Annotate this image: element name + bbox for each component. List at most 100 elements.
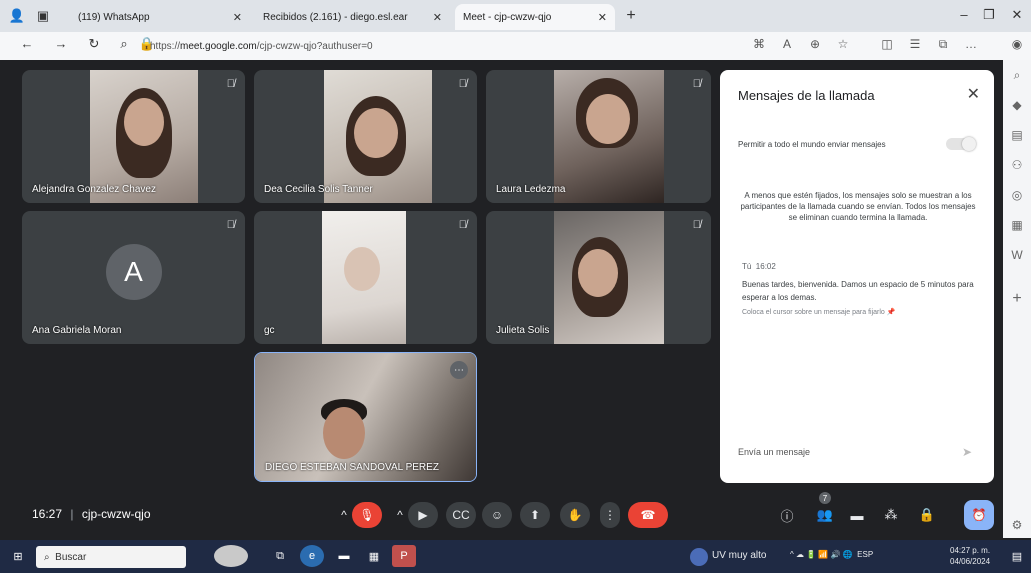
chat-icon[interactable]: ▬ [846,502,868,528]
outlook-icon[interactable]: ▦ [1008,218,1026,232]
camera-options-icon[interactable]: ^ [392,502,408,528]
close-icon[interactable]: ✕ [967,84,980,104]
people-icon[interactable]: 👥 [814,502,836,528]
participant-name: DIEGO ESTEBAN SANDOVAL PEREZ [265,462,439,473]
forward-icon[interactable]: → [52,36,70,51]
mic-off-icon: 🎙̸ [226,78,235,90]
taskbar-search[interactable]: ⌕ Buscar [36,546,186,568]
tab-label: Meet - cjp-cwzw-qjo [463,11,552,23]
emoji-button[interactable]: ☺ [482,502,512,528]
reload-icon[interactable]: ↻ [85,36,103,52]
tab-gmail[interactable]: Recibidos (2.161) - diego.esl.ear ✕ [255,4,450,30]
tab-label: (119) WhatsApp [78,11,150,23]
activities-icon[interactable]: ⁂ [880,502,902,528]
more-options-button[interactable]: ⋮ [600,502,620,528]
people-icon[interactable]: ⚇ [1008,158,1026,172]
new-tab-icon[interactable]: + [622,7,640,25]
split-screen-icon[interactable]: ◫ [878,37,896,51]
face-shape [323,407,365,459]
system-clock[interactable]: 04:27 p. m. 04/06/2024 [950,545,990,567]
allow-messages-label: Permitir a todo el mundo enviar mensajes [738,140,886,149]
store-icon[interactable]: ▦ [362,545,386,567]
profile-icon[interactable]: 👤 [8,8,26,24]
leave-call-button[interactable]: ☎ [628,502,668,528]
search-icon[interactable]: ⌕ [1008,68,1026,83]
circle-icon[interactable]: ◎ [1008,188,1026,202]
raise-hand-button[interactable]: ✋ [560,502,590,528]
participant-name: Julieta Solis [496,325,550,336]
send-icon[interactable]: ➤ [962,445,972,459]
url-prefix: https:// [150,40,181,52]
close-tab-icon[interactable]: ✕ [233,11,242,24]
system-tray[interactable]: ^ ☁ 🔋 📶 🔊 🌐 ESP [790,550,873,559]
more-options-icon[interactable]: ⋯ [450,361,468,379]
close-tab-icon[interactable]: ✕ [433,11,442,24]
favorite-icon[interactable]: ☆ [834,37,852,51]
face-shape [578,249,618,297]
copilot-icon[interactable]: ◉ [1008,37,1026,51]
participant-tile[interactable]: A 🎙̸ Ana Gabriela Moran [22,211,245,344]
notifications-icon[interactable]: ▤ [1005,545,1029,567]
message-time: 16:02 [755,262,776,271]
word-icon[interactable]: W [1008,248,1026,262]
chat-panel: Mensajes de la llamada ✕ Permitir a todo… [720,70,994,483]
settings-icon[interactable]: ⚙ [1008,518,1026,532]
favorites-icon[interactable]: ☰ [906,37,924,51]
captions-button[interactable]: CC [446,502,476,528]
pin-hint-text: Coloca el cursor sobre un mensaje para f… [742,309,885,316]
meeting-info: 16:27 | cjp-cwzw-qjo [32,507,151,521]
start-icon[interactable]: ⊞ [6,545,30,567]
video-feed [554,70,664,203]
read-aloud-icon[interactable]: A [778,37,796,51]
restore-icon[interactable]: ❐ [980,7,998,23]
participant-tile[interactable]: 🎙̸ gc [254,211,477,344]
search-icon[interactable]: ⌕ [115,36,133,52]
meeting-time: 16:27 [32,507,63,521]
participant-tile[interactable]: 🎙̸ Alejandra Gonzalez Chavez [22,70,245,203]
collections-icon[interactable]: ⧉ [934,37,952,52]
video-feed [322,211,406,344]
extension-icon[interactable]: ⊕ [806,37,824,51]
more-icon[interactable]: … [962,37,980,51]
present-button[interactable]: ⬆ [520,502,550,528]
self-tile[interactable]: ⋯ DIEGO ESTEBAN SANDOVAL PEREZ [254,352,477,482]
participant-name: Dea Cecilia Solis Tanner [264,184,373,195]
close-window-icon[interactable]: ✕ [1008,7,1026,23]
participant-tile[interactable]: 🎙̸ Julieta Solis [486,211,711,344]
pin-hint: Coloca el cursor sobre un mensaje para f… [742,308,895,316]
weather-widget-icon[interactable] [214,545,248,567]
uv-icon [690,548,708,566]
face-shape [344,247,380,291]
tab-whatsapp[interactable]: (119) WhatsApp ✕ [70,4,250,30]
participant-tile[interactable]: 🎙̸ Laura Ledezma [486,70,711,203]
chat-active-icon[interactable]: ⏰ [964,500,994,530]
back-icon[interactable]: ← [18,36,36,51]
mic-options-icon[interactable]: ^ [336,502,352,528]
url-field[interactable]: https://meet.google.com/cjp-cwzw-qjo?aut… [150,36,710,56]
file-explorer-icon[interactable]: ▬ [332,545,356,567]
add-icon[interactable]: + [1008,290,1026,308]
allow-messages-toggle[interactable] [946,137,976,151]
powerpoint-icon[interactable]: P [392,545,416,567]
tag-icon[interactable]: ◆ [1008,98,1026,112]
mic-off-icon: 🎙̸ [226,219,235,231]
task-view-icon[interactable]: ⧉ [268,545,292,567]
meeting-details-icon[interactable]: ⓘ [776,502,798,528]
minimize-icon[interactable]: – [955,7,973,22]
message-input[interactable]: Envía un mensaje [738,440,976,464]
weather-text: UV muy alto [712,550,767,561]
clock-time: 04:27 p. m. [950,546,991,555]
briefcase-icon[interactable]: ▤ [1008,128,1026,142]
workspaces-icon[interactable]: ▣ [34,8,52,24]
pin-icon[interactable]: 📌 [887,309,896,316]
message-meta: Tú 16:02 [742,262,776,271]
camera-button[interactable]: ▶ [408,502,438,528]
participant-name: gc [264,325,275,336]
camera-permission-icon[interactable]: ⌘ [750,37,768,51]
mic-off-button[interactable]: 🎙 [352,502,382,528]
host-controls-icon[interactable]: 🔒 [916,502,938,528]
participant-tile[interactable]: 🎙̸ Dea Cecilia Solis Tanner [254,70,477,203]
close-tab-icon[interactable]: ✕ [598,11,607,24]
tab-meet[interactable]: Meet - cjp-cwzw-qjo ✕ [455,4,615,30]
edge-icon[interactable]: e [300,545,324,567]
